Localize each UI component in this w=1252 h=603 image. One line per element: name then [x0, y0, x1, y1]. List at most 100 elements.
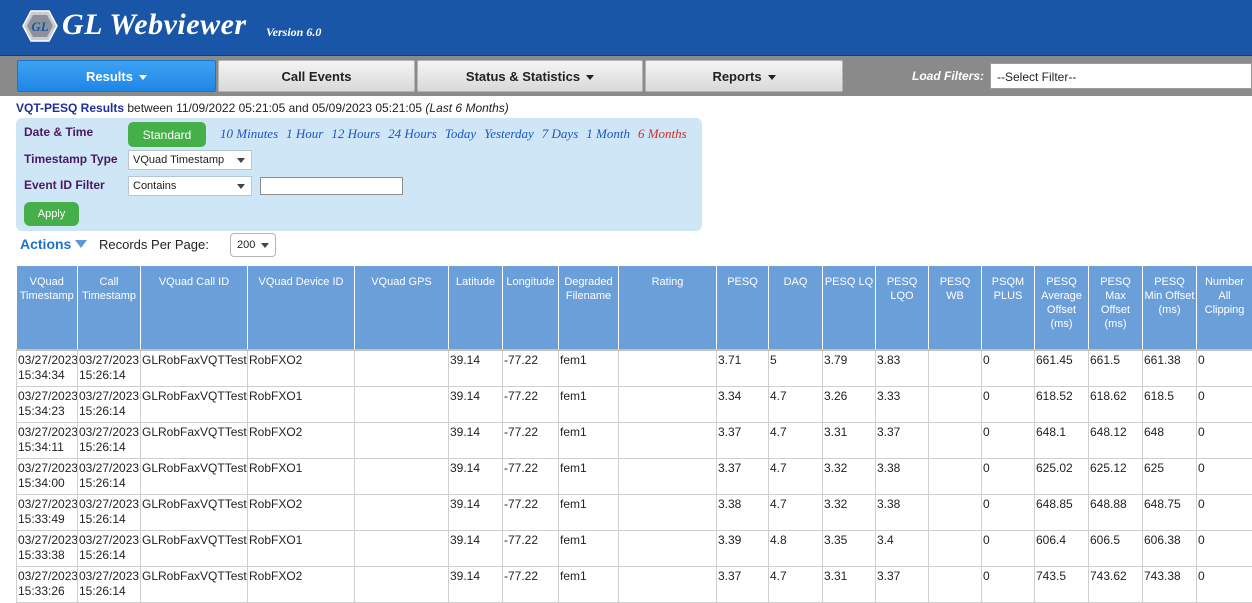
range-12-hours[interactable]: 12 Hours: [331, 126, 380, 142]
event-id-mode-select[interactable]: Contains: [128, 176, 252, 196]
cell-time: 15:26:14: [79, 368, 139, 383]
table-row[interactable]: 03/27/202315:33:3803/27/202315:26:14GLRo…: [17, 530, 1252, 566]
table-cell: 39.14: [449, 530, 503, 566]
table-cell: 0: [982, 350, 1035, 386]
column-header[interactable]: VQuad Device ID: [248, 266, 355, 350]
column-header[interactable]: VQuad Timestamp: [17, 266, 78, 350]
column-header[interactable]: PESQ LQ: [823, 266, 876, 350]
column-header[interactable]: Latitude: [449, 266, 503, 350]
apply-button[interactable]: Apply: [24, 202, 79, 226]
table-row[interactable]: 03/27/202315:33:2603/27/202315:26:14GLRo…: [17, 566, 1252, 602]
table-cell: [929, 566, 982, 602]
column-header[interactable]: VQuad Call ID: [141, 266, 248, 350]
column-header[interactable]: PESQ Max Offset (ms): [1089, 266, 1143, 350]
table-row[interactable]: 03/27/202315:34:2303/27/202315:26:14GLRo…: [17, 386, 1252, 422]
column-header[interactable]: Number All Clipping: [1197, 266, 1252, 350]
cell-time: 15:26:14: [79, 584, 139, 599]
table-cell: [619, 566, 717, 602]
table-cell: RobFXO2: [248, 494, 355, 530]
triangle-down-icon: [75, 240, 87, 248]
range-6-months[interactable]: 6 Months: [638, 126, 687, 142]
table-cell: [355, 494, 449, 530]
records-per-page-select[interactable]: 200: [230, 233, 276, 257]
table-cell: 0: [1197, 530, 1252, 566]
column-header[interactable]: PESQ LQO: [876, 266, 929, 350]
table-cell: 743.5: [1035, 566, 1089, 602]
column-header[interactable]: PESQ Min Offset (ms): [1143, 266, 1197, 350]
table-cell: GLRobFaxVQTTest: [141, 458, 248, 494]
table-cell: 3.4: [876, 530, 929, 566]
nav-call-events-tab[interactable]: Call Events: [218, 60, 415, 92]
column-header[interactable]: Longitude: [503, 266, 559, 350]
table-cell: 661.5: [1089, 350, 1143, 386]
cell-date: 03/27/2023: [79, 533, 139, 548]
table-cell: 625.12: [1089, 458, 1143, 494]
table-cell: 3.38: [876, 494, 929, 530]
standard-button[interactable]: Standard: [128, 122, 206, 147]
cell-time: 15:33:26: [18, 584, 76, 599]
table-cell: 03/27/202315:26:14: [78, 494, 141, 530]
load-filter-select[interactable]: --Select Filter--: [990, 63, 1252, 89]
cell-date: 03/27/2023: [79, 461, 139, 476]
table-cell: -77.22: [503, 458, 559, 494]
table-cell: 3.37: [717, 458, 769, 494]
table-cell: 03/27/202315:26:14: [78, 458, 141, 494]
column-header[interactable]: Rating: [619, 266, 717, 350]
range-24-hours[interactable]: 24 Hours: [388, 126, 437, 142]
table-cell: [619, 386, 717, 422]
range-yesterday[interactable]: Yesterday: [484, 126, 534, 142]
cell-time: 15:34:11: [18, 440, 76, 455]
range-1-month[interactable]: 1 Month: [586, 126, 630, 142]
cell-time: 15:33:38: [18, 548, 76, 563]
nav-status-statistics-label: Status & Statistics: [466, 69, 580, 84]
table-cell: 648.75: [1143, 494, 1197, 530]
table-cell: 03/27/202315:34:34: [17, 350, 78, 386]
table-cell: 03/27/202315:33:49: [17, 494, 78, 530]
table-cell: 625.02: [1035, 458, 1089, 494]
nav-status-statistics-tab[interactable]: Status & Statistics: [417, 60, 643, 92]
cell-time: 15:34:00: [18, 476, 76, 491]
table-cell: GLRobFaxVQTTest: [141, 422, 248, 458]
event-id-input[interactable]: [260, 177, 403, 195]
table-cell: 03/27/202315:33:38: [17, 530, 78, 566]
table-cell: GLRobFaxVQTTest: [141, 566, 248, 602]
table-cell: 618.62: [1089, 386, 1143, 422]
column-header[interactable]: PESQ WB: [929, 266, 982, 350]
cell-date: 03/27/2023: [79, 353, 139, 368]
table-cell: [619, 458, 717, 494]
app-header: GL GL Webviewer Version 6.0: [0, 0, 1252, 56]
column-header[interactable]: DAQ: [769, 266, 823, 350]
table-row[interactable]: 03/27/202315:33:4903/27/202315:26:14GLRo…: [17, 494, 1252, 530]
timestamp-type-select[interactable]: VQuad Timestamp: [128, 150, 252, 170]
table-cell: fem1: [559, 530, 619, 566]
table-cell: 606.5: [1089, 530, 1143, 566]
range-1-hour[interactable]: 1 Hour: [286, 126, 323, 142]
table-row[interactable]: 03/27/202315:34:3403/27/202315:26:14GLRo…: [17, 350, 1252, 386]
table-cell: -77.22: [503, 530, 559, 566]
table-cell: fem1: [559, 494, 619, 530]
range-today[interactable]: Today: [445, 126, 476, 142]
column-header[interactable]: Degraded Filename: [559, 266, 619, 350]
column-header[interactable]: PSQM PLUS: [982, 266, 1035, 350]
range-7-days[interactable]: 7 Days: [542, 126, 578, 142]
table-cell: 3.71: [717, 350, 769, 386]
table-cell: 0: [1197, 422, 1252, 458]
main-nav: Results Call Events Status & Statistics …: [0, 56, 1252, 96]
column-header[interactable]: VQuad GPS: [355, 266, 449, 350]
nav-results-tab[interactable]: Results: [17, 60, 216, 92]
chevron-down-icon: [237, 184, 245, 189]
cell-time: 15:26:14: [79, 548, 139, 563]
nav-reports-tab[interactable]: Reports: [645, 60, 843, 92]
table-cell: 3.37: [717, 422, 769, 458]
table-row[interactable]: 03/27/202315:34:1103/27/202315:26:14GLRo…: [17, 422, 1252, 458]
actions-menu[interactable]: Actions: [20, 236, 87, 252]
table-cell: 03/27/202315:33:26: [17, 566, 78, 602]
column-header[interactable]: Call Timestamp: [78, 266, 141, 350]
table-cell: GLRobFaxVQTTest: [141, 350, 248, 386]
column-header[interactable]: PESQ Average Offset (ms): [1035, 266, 1089, 350]
table-cell: 4.7: [769, 386, 823, 422]
range-10-minutes[interactable]: 10 Minutes: [220, 126, 278, 142]
table-row[interactable]: 03/27/202315:34:0003/27/202315:26:14GLRo…: [17, 458, 1252, 494]
cell-date: 03/27/2023: [18, 353, 76, 368]
column-header[interactable]: PESQ: [717, 266, 769, 350]
